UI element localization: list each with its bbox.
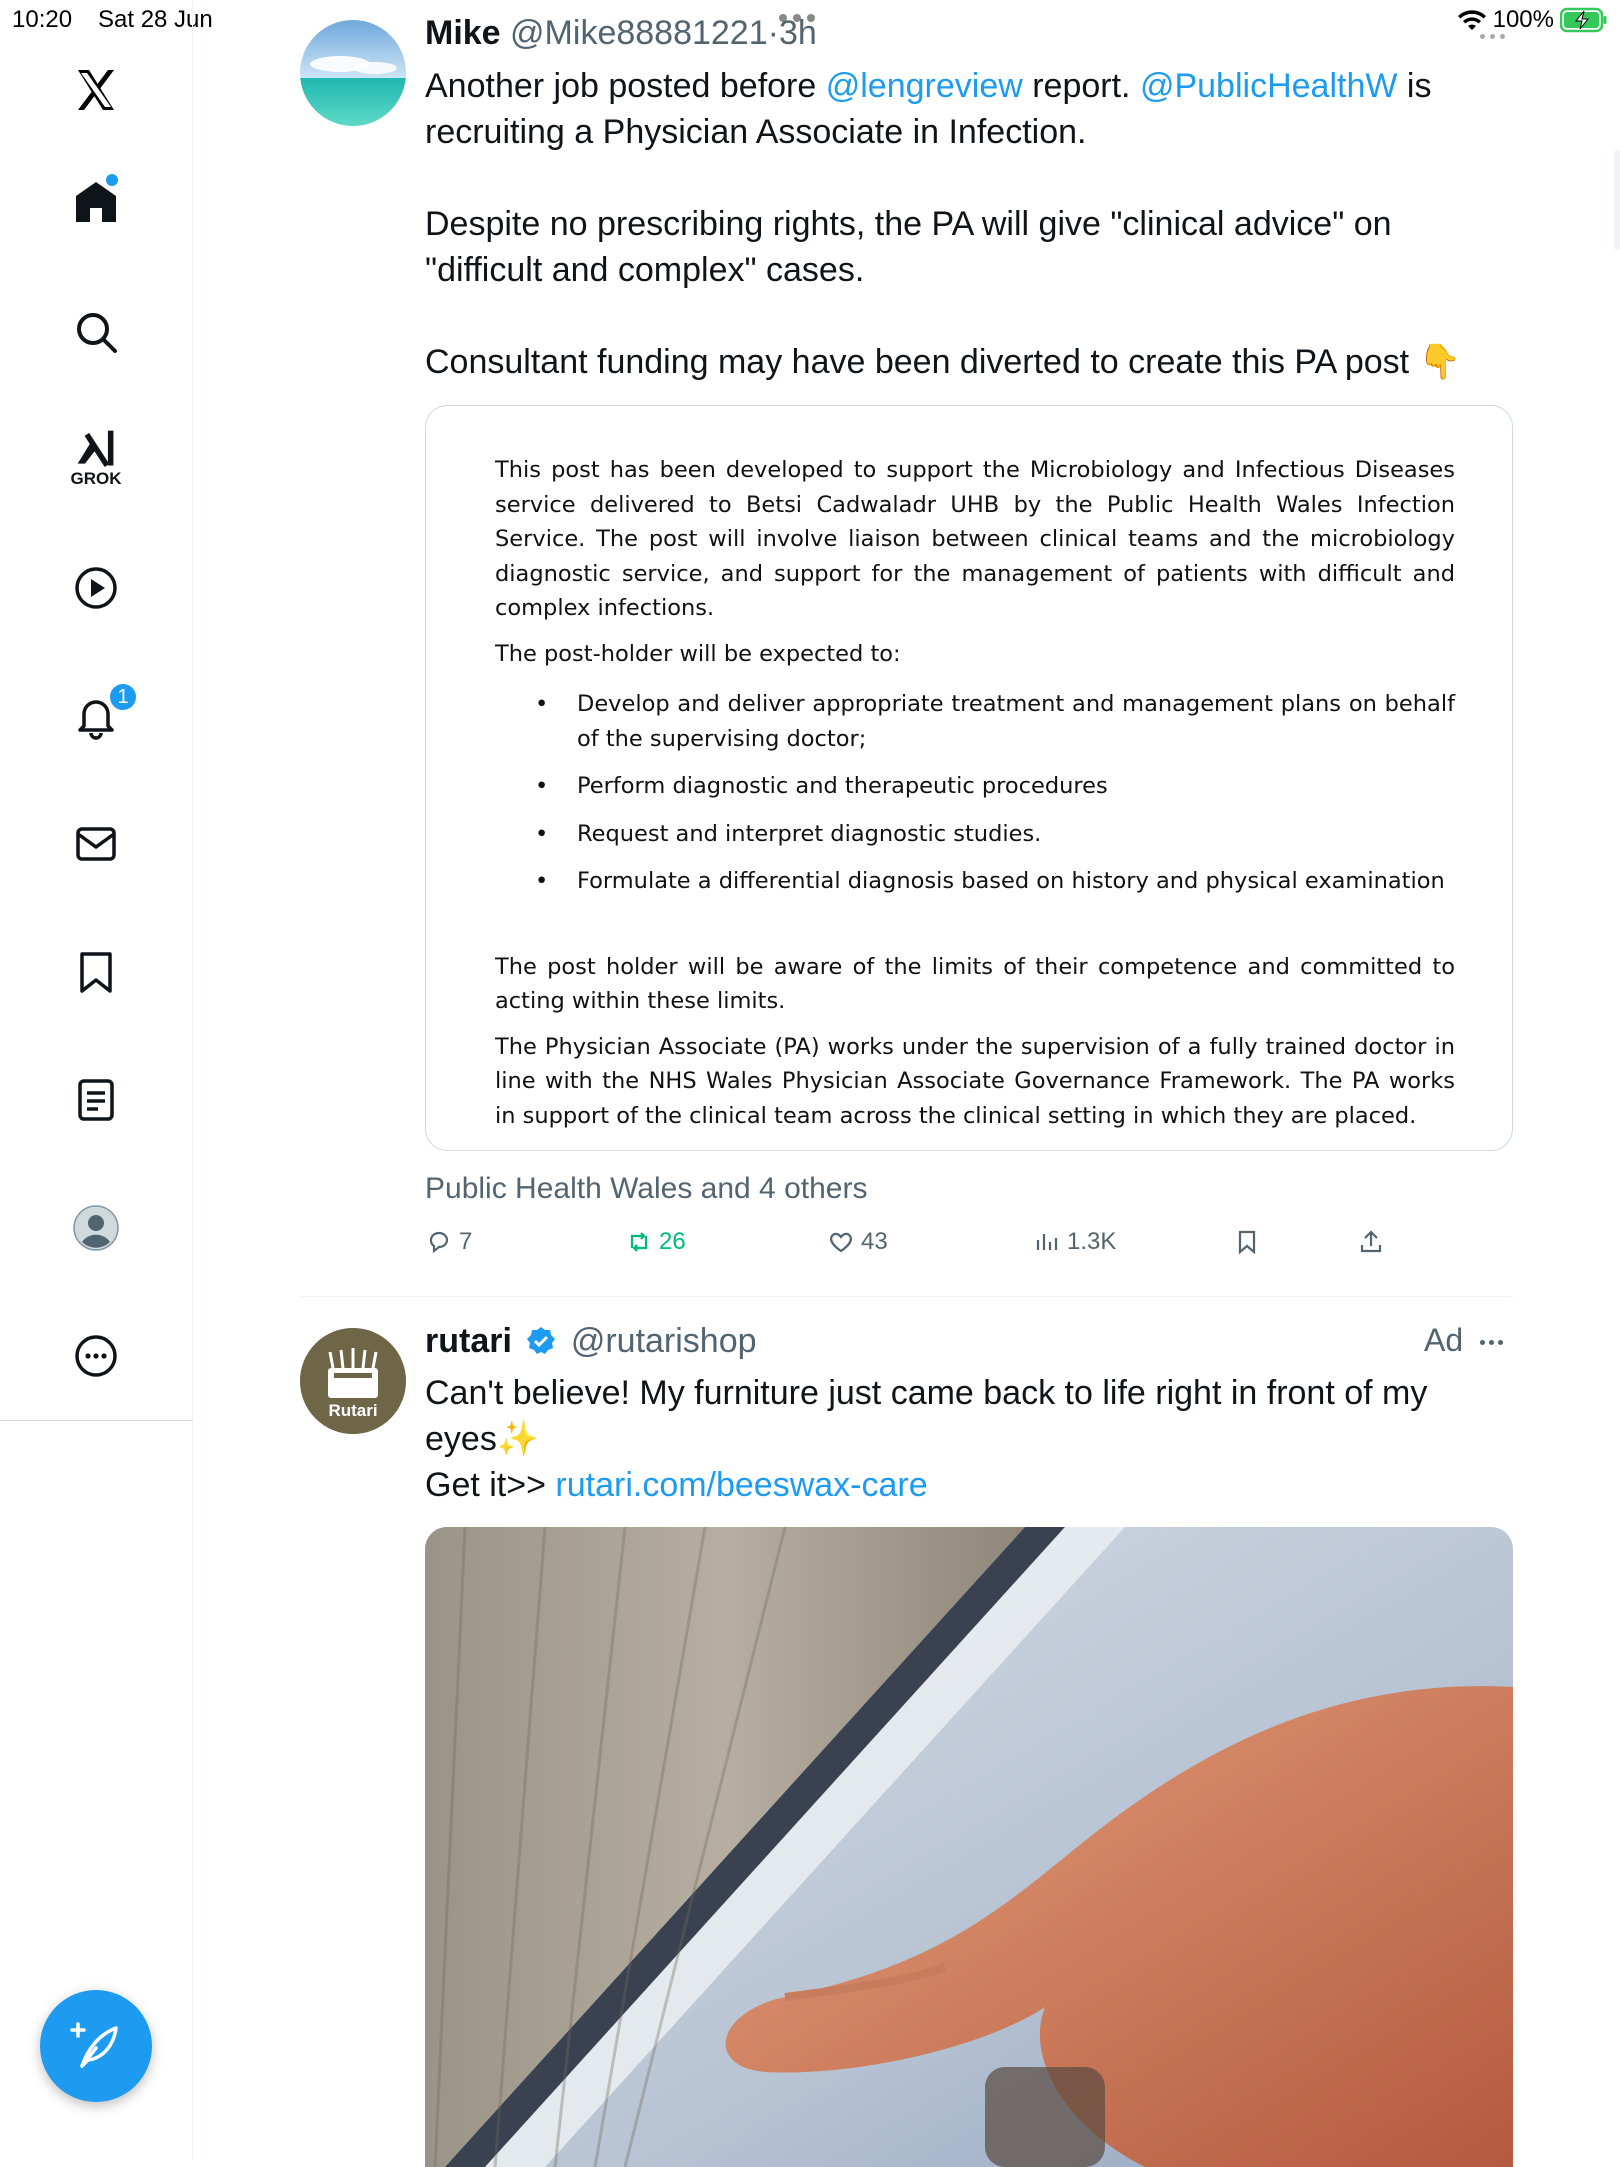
sidebar-item-bookmarks[interactable] <box>48 924 144 1020</box>
repost-count: 26 <box>659 1228 686 1255</box>
tweet-body: Can't believe! My furniture just came ba… <box>425 1370 1525 1508</box>
view-count: 1.3K <box>1067 1228 1117 1255</box>
compose-post-button[interactable] <box>40 1990 152 2102</box>
sparkles-emoji: ✨ <box>496 1420 540 1458</box>
rutari-logo: Rutari <box>300 1328 406 1434</box>
views-button[interactable]: 1.3K <box>1033 1228 1116 1256</box>
text-line: Can't believe! My furniture just came ba… <box>425 1374 1428 1412</box>
list-document-icon <box>78 1079 114 1121</box>
grok-icon <box>77 430 114 467</box>
doc-bullet: Request and interpret diagnostic studies… <box>535 817 1455 852</box>
sidebar: GROK 1 <box>0 0 193 2160</box>
tweet-body: Another job posted before @lengreview re… <box>425 63 1525 385</box>
ad-video-media[interactable] <box>425 1527 1513 2167</box>
sidebar-item-profile[interactable] <box>48 1180 144 1276</box>
x-logo-icon <box>78 70 114 110</box>
ad-link[interactable]: rutari.com/beeswax-care <box>555 1466 927 1504</box>
doc-bullet: Perform diagnostic and therapeutic proce… <box>535 769 1455 804</box>
reply-button[interactable]: 7 <box>425 1228 472 1256</box>
author-handle[interactable]: @Mike88881221 <box>510 14 768 52</box>
sidebar-item-lists[interactable] <box>48 1052 144 1148</box>
header-dot: · <box>767 14 779 52</box>
bookmark-button[interactable] <box>1233 1228 1261 1256</box>
sidebar-item-video[interactable] <box>48 540 144 636</box>
reply-count: 7 <box>459 1228 473 1255</box>
author-name[interactable]: rutari <box>425 1322 512 1360</box>
tweet-separator <box>300 1296 1514 1297</box>
ad-label: Ad <box>1424 1322 1464 1358</box>
tweet-header: Mike @Mike88881221·3h <box>425 14 817 53</box>
menu-dots <box>1480 34 1505 39</box>
tagged-users[interactable]: Public Health Wales and 4 others <box>425 1172 867 1206</box>
avatar-wordmark: Rutari <box>328 1401 377 1420</box>
home-unread-dot <box>106 174 118 186</box>
doc-paragraph: This post has been developed to support … <box>495 457 1455 621</box>
like-button[interactable]: 43 <box>827 1228 888 1256</box>
doc-bullet: Develop and deliver appropriate treatmen… <box>535 687 1455 756</box>
text-line: eyes <box>425 1420 497 1458</box>
video-frame-image <box>425 1527 1513 2167</box>
mention-lengreview[interactable]: @lengreview <box>826 67 1023 105</box>
text-line: "difficult and complex" cases. <box>425 251 865 289</box>
mention-publichealthw[interactable]: @PublicHealthW <box>1140 67 1398 105</box>
repost-icon <box>630 1232 648 1252</box>
reply-icon <box>429 1231 449 1254</box>
wifi-icon <box>1457 10 1486 30</box>
sidebar-item-messages[interactable] <box>48 796 144 892</box>
compose-feather-icon <box>70 2022 118 2068</box>
document-text: This post has been developed to support … <box>495 453 1455 1144</box>
more-circle-icon <box>75 1335 117 1377</box>
bookmark-icon <box>80 952 112 993</box>
repost-button[interactable]: 26 <box>625 1228 686 1256</box>
verified-badge-icon <box>527 1327 556 1354</box>
x-logo[interactable] <box>48 42 144 138</box>
text-line: Consultant funding may have been diverte… <box>425 343 1410 381</box>
share-button[interactable] <box>1357 1228 1385 1256</box>
search-icon <box>77 313 117 353</box>
notifications-badge: 1 <box>108 682 138 712</box>
sidebar-item-search[interactable] <box>48 284 144 380</box>
tweet-actions: 7 26 43 1.3K <box>425 1228 1425 1268</box>
profile-avatar-icon <box>73 1205 119 1251</box>
more-options-button[interactable] <box>1480 1340 1503 1345</box>
sidebar-item-home[interactable] <box>48 154 144 250</box>
text-line: recruiting a Physician Associate in Infe… <box>425 113 1087 151</box>
text-segment: is <box>1397 67 1432 105</box>
text-segment: Another job posted before <box>425 67 826 105</box>
sidebar-item-more[interactable] <box>48 1308 144 1404</box>
avatar-mike[interactable] <box>300 20 406 126</box>
heart-icon <box>830 1232 852 1253</box>
text-segment: Get it>> <box>425 1466 556 1504</box>
text-segment: report. <box>1022 67 1140 105</box>
battery-percentage: 100% <box>1492 6 1554 33</box>
post-time[interactable]: 3h <box>779 14 817 52</box>
doc-paragraph: The Physician Associate (PA) works under… <box>495 1033 1455 1129</box>
beach-avatar-image <box>300 20 406 126</box>
pointing-down-emoji: 👇 <box>1418 343 1461 381</box>
tweet-header: rutari @rutarishop <box>425 1322 757 1361</box>
views-chart-icon <box>1036 1234 1058 1250</box>
grok-label: GROK <box>70 469 122 488</box>
bookmark-icon <box>1238 1230 1256 1255</box>
doc-paragraph: The post holder will be aware of the lim… <box>495 953 1455 1015</box>
author-name[interactable]: Mike <box>425 14 501 52</box>
doc-paragraph: The post-holder will be expected to: <box>495 640 901 667</box>
scrollbar[interactable] <box>1614 150 1620 250</box>
like-count: 43 <box>861 1228 888 1255</box>
sidebar-item-notifications[interactable]: 1 <box>48 668 144 764</box>
envelope-icon <box>76 827 116 861</box>
avatar-rutari[interactable]: Rutari <box>300 1328 406 1434</box>
sidebar-item-grok[interactable]: GROK <box>48 410 144 506</box>
battery-charging-icon <box>1560 7 1607 33</box>
doc-bullet: Formulate a differential diagnosis based… <box>535 864 1455 899</box>
share-icon <box>1360 1230 1382 1253</box>
play-circle-icon <box>75 567 117 609</box>
sidebar-divider <box>0 1420 193 1421</box>
author-handle[interactable]: @rutarishop <box>571 1322 757 1360</box>
attached-image-job-description[interactable]: This post has been developed to support … <box>425 405 1513 1151</box>
text-line: Despite no prescribing rights, the PA wi… <box>425 205 1392 243</box>
doc-bullet-list: Develop and deliver appropriate treatmen… <box>535 687 1455 899</box>
